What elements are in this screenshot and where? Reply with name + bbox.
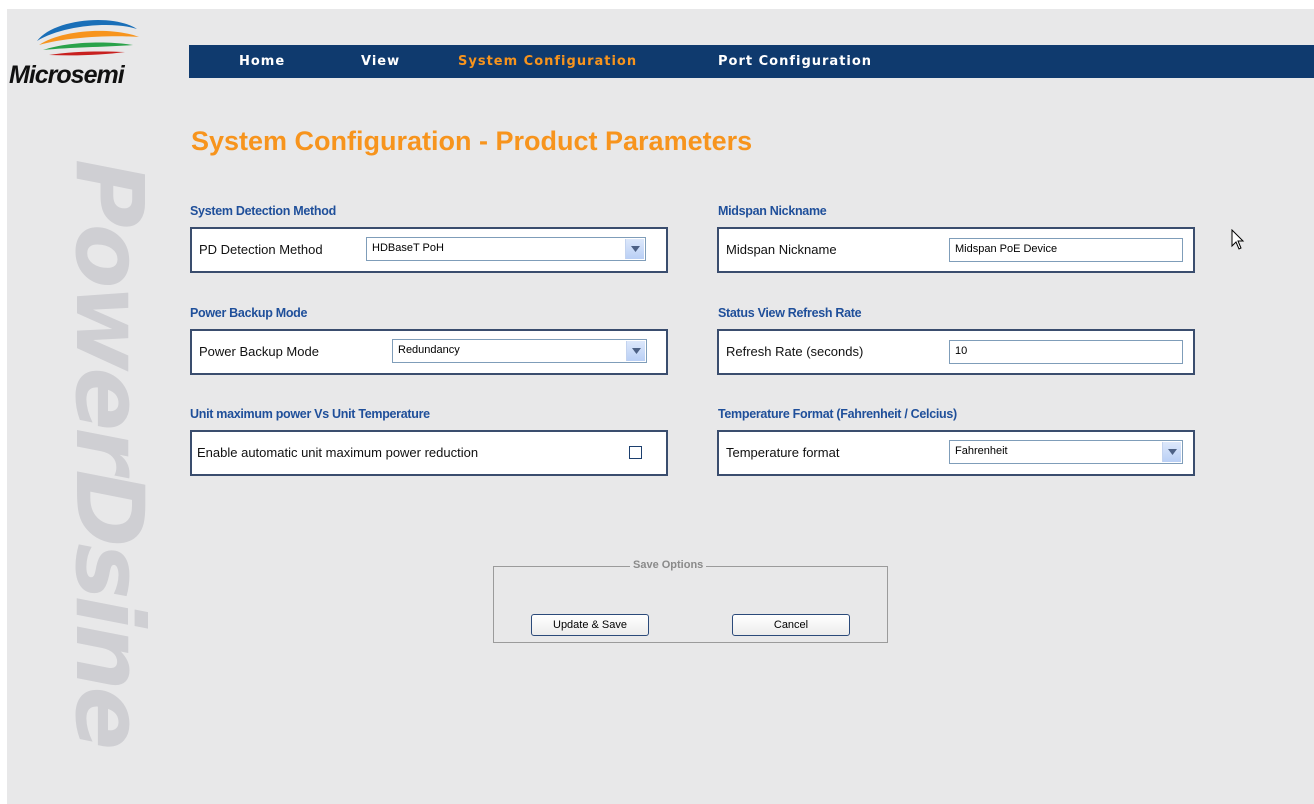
page-title: System Configuration - Product Parameter… bbox=[191, 126, 753, 156]
nav-view[interactable]: View bbox=[361, 54, 400, 69]
detection-panel: PD Detection Method HDBaseT PoH bbox=[190, 227, 668, 273]
detection-label: PD Detection Method bbox=[199, 242, 323, 257]
power-reduction-label: Enable automatic unit maximum power redu… bbox=[197, 445, 479, 460]
temp-format-panel: Temperature format Fahrenheit bbox=[717, 430, 1195, 476]
power-temp-heading: Unit maximum power Vs Unit Temperature bbox=[190, 407, 430, 421]
cancel-button[interactable]: Cancel bbox=[732, 614, 850, 636]
update-save-button[interactable]: Update & Save bbox=[531, 614, 649, 636]
temperature-format-select[interactable]: Fahrenheit bbox=[949, 440, 1183, 464]
power-backup-value: Redundancy bbox=[398, 344, 460, 356]
nav-system-configuration[interactable]: System Configuration bbox=[458, 54, 637, 69]
page: Microsemi Home View System Configuration… bbox=[7, 9, 1314, 804]
temperature-format-value: Fahrenheit bbox=[955, 445, 1008, 457]
nickname-heading: Midspan Nickname bbox=[718, 204, 827, 218]
nickname-label: Midspan Nickname bbox=[726, 242, 837, 257]
nickname-panel: Midspan Nickname Midspan PoE Device bbox=[717, 227, 1195, 273]
top-navigation: Home View System Configuration Port Conf… bbox=[189, 45, 1314, 78]
chevron-down-icon[interactable] bbox=[1162, 442, 1181, 462]
power-temp-panel: Enable automatic unit maximum power redu… bbox=[190, 430, 668, 476]
temp-format-label: Temperature format bbox=[726, 445, 840, 460]
backup-panel: Power Backup Mode Redundancy bbox=[190, 329, 668, 375]
mouse-cursor-icon bbox=[1231, 229, 1245, 250]
chevron-down-icon[interactable] bbox=[626, 341, 645, 361]
midspan-nickname-input[interactable]: Midspan PoE Device bbox=[949, 238, 1183, 262]
refresh-panel: Refresh Rate (seconds) 10 bbox=[717, 329, 1195, 375]
detection-method-value: HDBaseT PoH bbox=[372, 242, 444, 254]
backup-heading: Power Backup Mode bbox=[190, 306, 308, 320]
refresh-label: Refresh Rate (seconds) bbox=[726, 344, 864, 359]
microsemi-logo: Microsemi bbox=[7, 15, 192, 95]
nav-port-configuration[interactable]: Port Configuration bbox=[718, 54, 872, 69]
temp-format-heading: Temperature Format (Fahrenheit / Celcius… bbox=[718, 407, 957, 421]
powerdsine-watermark: PowerDsine bbox=[54, 159, 163, 747]
save-options-legend: Save Options bbox=[630, 559, 707, 571]
refresh-rate-input[interactable]: 10 bbox=[949, 340, 1183, 364]
detection-method-select[interactable]: HDBaseT PoH bbox=[366, 237, 646, 261]
nav-home[interactable]: Home bbox=[239, 54, 285, 69]
save-options-group: Save Options Update & Save Cancel bbox=[493, 559, 888, 643]
logo-text: Microsemi bbox=[9, 61, 125, 89]
detection-heading: System Detection Method bbox=[190, 204, 336, 218]
refresh-heading: Status View Refresh Rate bbox=[718, 306, 862, 320]
power-backup-select[interactable]: Redundancy bbox=[392, 339, 647, 363]
backup-label: Power Backup Mode bbox=[199, 344, 319, 359]
logo-swoosh-icon bbox=[37, 19, 139, 56]
chevron-down-icon[interactable] bbox=[625, 239, 644, 259]
power-reduction-checkbox[interactable] bbox=[629, 446, 642, 459]
